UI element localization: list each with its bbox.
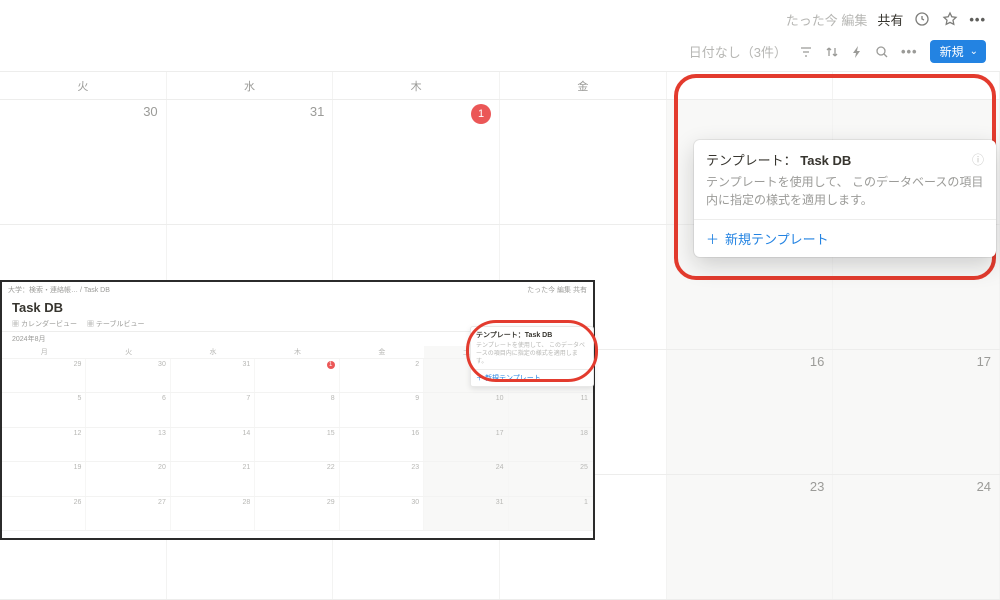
star-icon[interactable] [941, 10, 959, 28]
dayhead-cell: 火 [0, 72, 167, 99]
dayhead-cell: 金 [500, 72, 667, 99]
day-number: 24 [977, 479, 991, 494]
calendar-cell[interactable]: 17 [833, 350, 1000, 474]
calendar-cell[interactable]: 16 [667, 350, 834, 474]
filter-icon[interactable] [799, 45, 813, 59]
calendar-cell[interactable]: 23 [667, 475, 834, 599]
today-badge: 1 [471, 104, 491, 124]
clock-icon[interactable] [913, 10, 931, 28]
day-number: 17 [977, 354, 991, 369]
day-number: 23 [810, 479, 824, 494]
thumb-month: 2024年8月 [12, 334, 45, 344]
share-button[interactable]: 共有 [877, 10, 903, 29]
new-button[interactable]: 新規 ⌄ [930, 40, 986, 63]
new-template-label: 新規テンプレート [725, 229, 829, 248]
help-icon[interactable]: ⓘ [972, 151, 984, 168]
popup-title: テンプレート： Task DB [706, 150, 851, 169]
calendar-cell[interactable]: 31 [167, 100, 334, 224]
chevron-down-icon[interactable]: ⌄ [970, 46, 978, 57]
thumb-tab: テーブルビュー [96, 321, 145, 328]
toolbar-more-icon[interactable]: ••• [901, 44, 918, 59]
thumb-popup-title: テンプレート：Task DB [476, 332, 552, 339]
dayhead-cell: 木 [333, 72, 500, 99]
dayhead-cell [833, 72, 1000, 99]
thumb-popup-sub: テンプレートを使用して、 このデータベースの項目内に指定の様式を適用します。 [471, 343, 593, 369]
popup-subtitle: テンプレートを使用して、 このデータベースの項目内に指定の様式を適用します。 [694, 173, 996, 219]
more-icon[interactable]: ••• [969, 12, 986, 27]
template-popup: テンプレート： Task DB ⓘ テンプレートを使用して、 このデータベースの… [694, 140, 996, 257]
day-number: 31 [310, 104, 324, 119]
lightning-icon[interactable] [851, 45, 863, 59]
thumb-popup: テンプレート：Task DB テンプレートを使用して、 このデータベースの項目内… [470, 326, 594, 387]
new-button-label: 新規 [940, 43, 964, 60]
calendar-cell[interactable]: 1 [333, 100, 500, 224]
popup-title-db: Task DB [800, 153, 851, 168]
calendar-cell[interactable] [500, 100, 667, 224]
sort-icon[interactable] [825, 45, 839, 59]
thumb-popup-add: 新規テンプレート [485, 375, 541, 382]
no-date-label[interactable]: 日付なし（3件） [689, 42, 787, 61]
day-number: 16 [810, 354, 824, 369]
popup-title-prefix: テンプレート： [706, 153, 797, 168]
thumb-tab: カレンダービュー [21, 321, 77, 328]
dayhead-cell: 水 [167, 72, 334, 99]
new-template-button[interactable]: ＋ 新規テンプレート [694, 219, 996, 257]
thumb-title: Task DB [12, 300, 583, 315]
last-edited-label: たった今 編集 [786, 10, 868, 29]
plus-icon: ＋ [706, 229, 719, 248]
search-icon[interactable] [875, 45, 889, 59]
calendar-cell[interactable]: 24 [833, 475, 1000, 599]
thumb-breadcrumb: 大学：検索・連絡帳… / Task DB [8, 285, 110, 295]
inset-screenshot: 大学：検索・連絡帳… / Task DBたった今 編集 共有 Task DB ▦… [0, 280, 595, 540]
calendar-day-header: 火 水 木 金 [0, 72, 1000, 100]
dayhead-cell [667, 72, 834, 99]
calendar-cell[interactable]: 30 [0, 100, 167, 224]
thumb-topright: たった今 編集 共有 [527, 285, 587, 295]
day-number: 30 [143, 104, 157, 119]
